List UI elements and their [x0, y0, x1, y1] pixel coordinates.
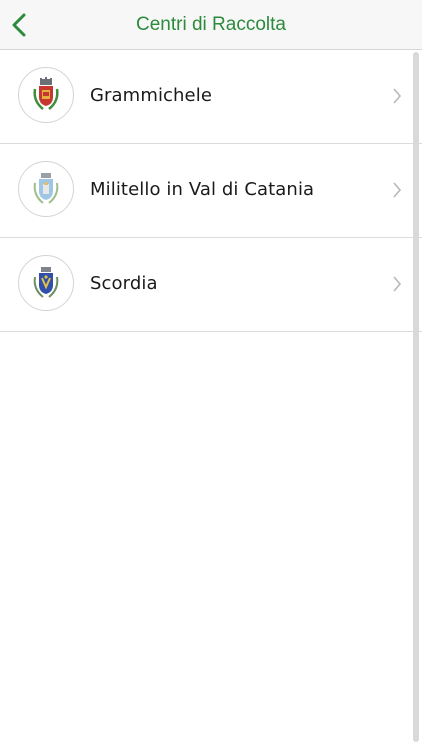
list-item-militello[interactable]: Militello in Val di Catania	[0, 144, 422, 238]
list-item-label: Grammichele	[90, 85, 213, 106]
centers-list: Grammichele Militello in Val di Catania	[0, 50, 422, 332]
scrollbar[interactable]	[413, 52, 419, 742]
page-title: Centri di Raccolta	[136, 14, 286, 35]
list-item-label: Militello in Val di Catania	[90, 179, 315, 200]
chevron-right-icon	[393, 182, 402, 198]
navigation-bar: Centri di Raccolta	[0, 0, 422, 50]
coat-of-arms-icon	[33, 77, 59, 110]
avatar	[18, 255, 74, 311]
chevron-right-icon	[393, 276, 402, 292]
avatar	[18, 161, 74, 217]
coat-of-arms-icon	[33, 173, 59, 204]
list-item-label: Scordia	[90, 273, 158, 294]
chevron-right-icon	[393, 88, 402, 104]
list-item-grammichele[interactable]: Grammichele	[0, 50, 422, 144]
avatar	[18, 67, 74, 123]
list-item-scordia[interactable]: Scordia	[0, 238, 422, 332]
coat-of-arms-icon	[33, 267, 59, 298]
